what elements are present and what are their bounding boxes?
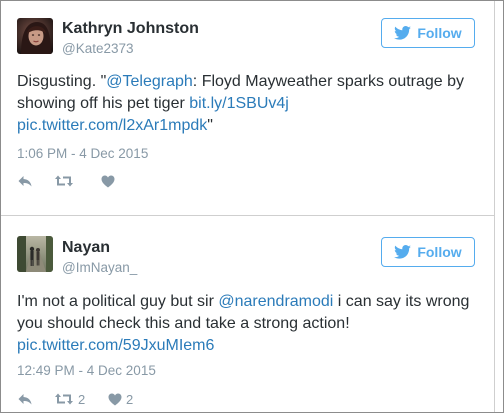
- short-link[interactable]: bit.ly/1SBUv4j: [189, 95, 289, 112]
- heart-icon: [101, 175, 115, 188]
- text-middle: i can say its wrong: [333, 293, 470, 310]
- pic-link[interactable]: pic.twitter.com/l2xAr1mpdk: [17, 117, 207, 134]
- retweet-icon: [54, 174, 74, 188]
- tweet-card: Kathryn Johnston @Kate2373 Follow Disgus…: [1, 1, 495, 216]
- timestamp[interactable]: 1:06 PM - 4 Dec 2015: [17, 146, 148, 161]
- display-name[interactable]: Nayan: [62, 239, 110, 257]
- text-after: ": [207, 117, 213, 134]
- tweet-text-line: pic.twitter.com/59JxuMIem6: [17, 335, 487, 357]
- tweet-text-line: showing off his pet tiger bit.ly/1SBUv4j: [17, 93, 487, 115]
- tweet-embed-frame: Kathryn Johnston @Kate2373 Follow Disgus…: [0, 0, 504, 413]
- mention-link[interactable]: @narendramodi: [218, 293, 333, 310]
- tweet-text: Disgusting. "@Telegraph: Floyd Mayweathe…: [17, 71, 487, 137]
- avatar[interactable]: [17, 18, 53, 54]
- display-name[interactable]: Kathryn Johnston: [62, 20, 199, 38]
- tweet-card: Nayan @ImNayan_ Follow I'm not a politic…: [1, 216, 495, 412]
- text-middle: : Floyd Mayweather sparks outrage by: [192, 73, 465, 90]
- follow-label: Follow: [417, 25, 462, 41]
- follow-button[interactable]: Follow: [381, 18, 475, 48]
- text-middle-2: you should check this and take a strong …: [17, 315, 350, 332]
- twitter-bird-icon: [394, 26, 412, 40]
- text-before: Disgusting. ": [17, 73, 107, 90]
- follow-button[interactable]: Follow: [381, 237, 475, 267]
- retweet-button[interactable]: 2: [54, 390, 85, 408]
- heart-icon: [108, 393, 122, 406]
- text-middle-2: showing off his pet tiger: [17, 95, 190, 112]
- avatar[interactable]: [17, 236, 53, 272]
- reply-button[interactable]: [17, 390, 33, 408]
- reply-button[interactable]: [17, 172, 33, 190]
- retweet-icon: [54, 392, 74, 406]
- twitter-bird-icon: [394, 245, 412, 259]
- retweet-count: 2: [78, 391, 86, 407]
- tweet-text-line: you should check this and take a strong …: [17, 313, 487, 335]
- like-button[interactable]: [101, 172, 119, 190]
- tweet-text: I'm not a political guy but sir @narendr…: [17, 291, 487, 357]
- follow-label: Follow: [417, 244, 462, 260]
- tweet-text-line: Disgusting. "@Telegraph: Floyd Mayweathe…: [17, 71, 487, 93]
- pic-link[interactable]: pic.twitter.com/59JxuMIem6: [17, 337, 214, 354]
- retweet-button[interactable]: [54, 172, 78, 190]
- like-count: 2: [126, 391, 134, 407]
- reply-icon: [17, 174, 33, 188]
- timestamp[interactable]: 12:49 PM - 4 Dec 2015: [17, 363, 156, 378]
- like-button[interactable]: 2: [108, 390, 133, 408]
- mention-link[interactable]: @Telegraph: [106, 73, 193, 90]
- text-before: I'm not a political guy but sir: [17, 293, 219, 310]
- tweet-text-line: I'm not a political guy but sir @narendr…: [17, 291, 487, 313]
- tweet-text-line: pic.twitter.com/l2xAr1mpdk": [17, 115, 487, 137]
- user-handle[interactable]: @ImNayan_: [62, 260, 137, 275]
- user-handle[interactable]: @Kate2373: [62, 41, 134, 56]
- reply-icon: [17, 392, 33, 406]
